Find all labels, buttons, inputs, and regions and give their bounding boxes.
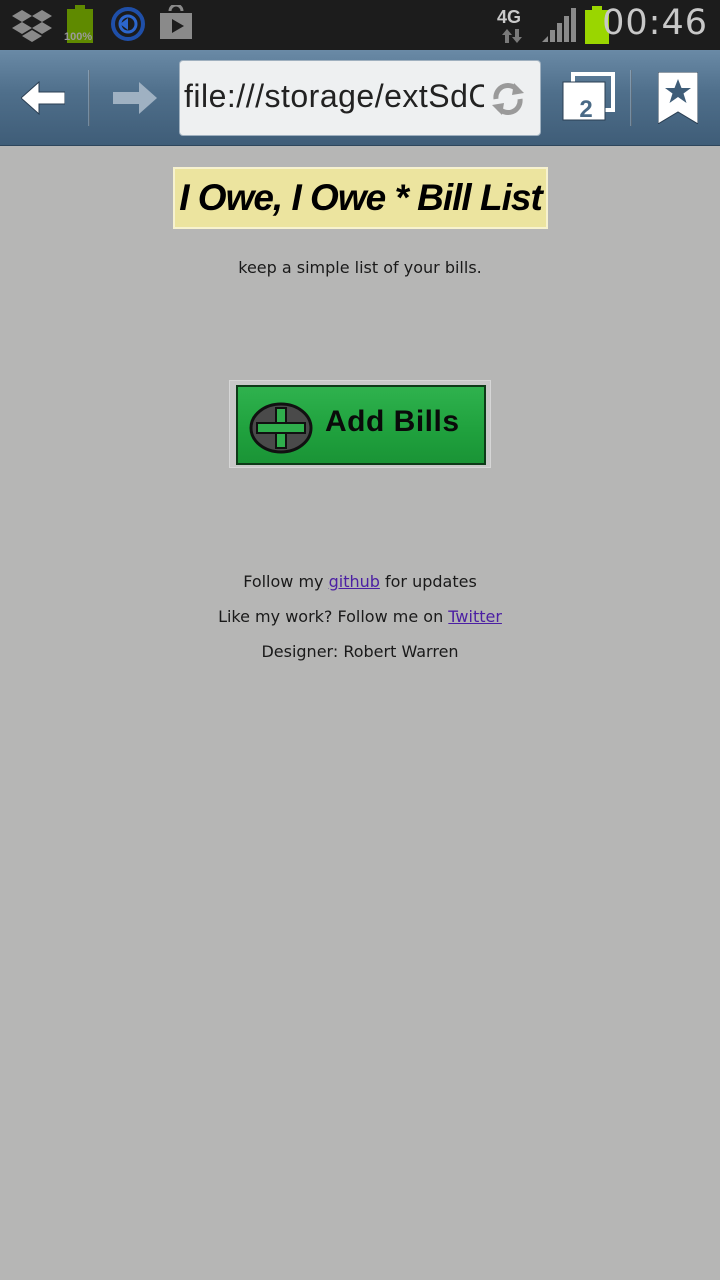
add-bills-button-frame: Add Bills xyxy=(229,380,491,468)
tagline: keep a simple list of your bills. xyxy=(238,258,482,277)
designer-credit: Designer: Robert Warren xyxy=(261,642,459,661)
reload-icon[interactable] xyxy=(488,79,528,123)
plus-circle-icon xyxy=(249,402,313,454)
twitter-prefix: Like my work? Follow me on xyxy=(218,607,449,626)
github-prefix: Follow my xyxy=(243,572,329,591)
data-arrows-icon xyxy=(502,28,522,47)
tabs-button[interactable]: 2 xyxy=(550,50,622,146)
bookmarks-button[interactable] xyxy=(636,50,720,146)
toolbar-divider xyxy=(630,70,632,126)
bookmark-star-icon xyxy=(658,72,698,124)
forward-button[interactable] xyxy=(92,50,178,146)
url-text[interactable]: file:///storage/extSdCard xyxy=(184,78,484,115)
address-bar[interactable]: file:///storage/extSdCard xyxy=(179,60,541,136)
page-content: I Owe, I Owe * Bill List keep a simple l… xyxy=(0,146,720,1280)
sync-icon xyxy=(110,6,146,46)
github-suffix: for updates xyxy=(379,572,477,591)
app-title: I Owe, I Owe * Bill List xyxy=(179,177,543,218)
tab-count: 2 xyxy=(579,96,593,123)
play-store-icon xyxy=(158,3,194,45)
back-arrow-icon xyxy=(21,81,65,115)
back-button[interactable] xyxy=(0,50,86,146)
add-bills-button[interactable]: Add Bills xyxy=(236,385,486,465)
add-bills-label: Add Bills xyxy=(325,405,460,438)
toolbar-divider xyxy=(88,70,90,126)
network-type-label: 4G xyxy=(497,7,522,27)
dropbox-icon xyxy=(12,8,52,48)
signal-strength-icon xyxy=(542,8,576,46)
github-line: Follow my github for updates xyxy=(0,572,720,591)
app-title-banner: I Owe, I Owe * Bill List xyxy=(173,167,548,229)
status-bar: 100% 4G 00:46 xyxy=(0,0,720,50)
battery-percent-label: 100% xyxy=(64,31,93,43)
github-link[interactable]: github xyxy=(329,572,380,591)
twitter-link[interactable]: Twitter xyxy=(448,607,502,626)
browser-toolbar: file:///storage/extSdCard 2 xyxy=(0,50,720,146)
twitter-line: Like my work? Follow me on Twitter xyxy=(0,607,720,626)
status-clock: 00:46 xyxy=(602,3,708,43)
forward-arrow-icon xyxy=(113,82,157,114)
